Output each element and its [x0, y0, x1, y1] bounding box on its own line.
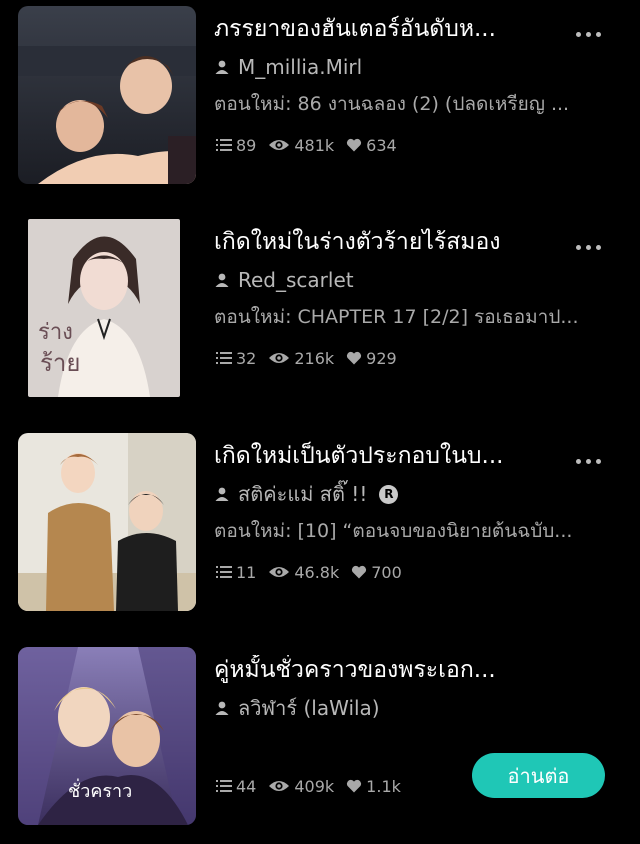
author-name: สติค่ะแม่ สติ๊ !! [238, 482, 368, 506]
list-icon [216, 780, 232, 792]
latest-chapter[interactable]: ตอนใหม่: 86 งานฉลอง (2) (ปลดเหรียญ ... [214, 90, 624, 118]
more-options-icon[interactable] [566, 239, 610, 255]
novel-list-item[interactable]: ภรรยาของฮันเตอร์อันดับห... M_millia.Mirl… [0, 0, 640, 190]
chapter-count: 44 [216, 777, 256, 796]
novel-list: ภรรยาของฮันเตอร์อันดับห... M_millia.Mirl… [0, 0, 640, 844]
novel-title[interactable]: เกิดใหม่เป็นตัวประกอบในบ... [214, 441, 554, 471]
heart-icon [347, 138, 362, 152]
more-options-icon[interactable] [566, 453, 610, 469]
like-count: 700 [351, 563, 402, 582]
eye-icon [269, 567, 290, 577]
user-icon [215, 273, 229, 287]
novel-title[interactable]: คู่หมั้นชั่วคราวของพระเอก... [214, 655, 554, 685]
heart-icon [347, 779, 362, 793]
novel-cover-image[interactable]: ร่าง ร้าย [28, 219, 180, 397]
chapter-count: 11 [216, 563, 256, 582]
novel-title[interactable]: เกิดใหม่ในร่างตัวร้ายไร้สมอง [214, 227, 554, 257]
svg-text:ร่าง: ร่าง [38, 320, 73, 345]
list-icon [216, 139, 232, 151]
novel-stats: 32 216k 929 [216, 346, 409, 370]
eye-icon [269, 353, 290, 363]
view-count: 216k [268, 349, 334, 368]
heart-icon [352, 565, 367, 579]
user-icon [215, 60, 229, 74]
novel-author[interactable]: ลวิฬาร์ (laWila) [214, 693, 380, 723]
list-icon [216, 352, 232, 364]
list-icon [216, 566, 232, 578]
eye-icon [269, 140, 290, 150]
novel-list-item[interactable]: ร่าง ร้าย เกิดใหม่ในร่างตัวร้ายไร้สมอง R… [0, 213, 640, 403]
chapter-count: 32 [216, 349, 256, 368]
novel-list-item[interactable]: ชั่วคราว คู่หมั้นชั่วคราวของพระเอก... ลว… [0, 641, 640, 831]
view-count: 46.8k [268, 563, 339, 582]
svg-text:ชั่วคราว: ชั่วคราว [68, 778, 132, 802]
view-count: 409k [268, 777, 334, 796]
like-count: 929 [346, 349, 397, 368]
chapter-count: 89 [216, 136, 256, 155]
novel-stats: 11 46.8k 700 [216, 560, 414, 584]
novel-cover-image[interactable]: ชั่วคราว [18, 647, 196, 825]
novel-list-item[interactable]: เกิดใหม่เป็นตัวประกอบในบ... สติค่ะแม่ สต… [0, 427, 640, 617]
author-name: M_millia.Mirl [238, 55, 363, 79]
novel-author[interactable]: Red_scarlet [214, 265, 354, 295]
novel-stats: 89 481k 634 [216, 133, 409, 157]
continue-reading-button[interactable]: อ่านต่อ [472, 753, 605, 798]
view-count: 481k [268, 136, 334, 155]
author-name: Red_scarlet [238, 268, 354, 292]
novel-cover-image[interactable] [18, 433, 196, 611]
heart-icon [347, 351, 362, 365]
like-count: 634 [346, 136, 397, 155]
like-count: 1.1k [346, 777, 401, 796]
user-icon [215, 701, 229, 715]
novel-stats: 44 409k 1.1k [216, 774, 413, 798]
svg-text:ร้าย: ร้าย [40, 349, 80, 377]
author-name: ลวิฬาร์ (laWila) [238, 696, 380, 720]
novel-cover-image[interactable] [18, 6, 196, 184]
latest-chapter[interactable]: ตอนใหม่: [10] “ตอนจบของนิยายต้นฉบับ... [214, 517, 624, 545]
more-options-icon[interactable] [566, 26, 610, 42]
novel-title[interactable]: ภรรยาของฮันเตอร์อันดับห... [214, 14, 554, 44]
registered-badge-icon: R [379, 484, 399, 504]
novel-author[interactable]: สติค่ะแม่ สติ๊ !! R [214, 479, 399, 509]
user-icon [215, 487, 229, 501]
latest-chapter[interactable]: ตอนใหม่: CHAPTER 17 [2/2] รอเธอมาป... [214, 303, 624, 331]
novel-author[interactable]: M_millia.Mirl [214, 52, 362, 82]
eye-icon [269, 781, 290, 791]
